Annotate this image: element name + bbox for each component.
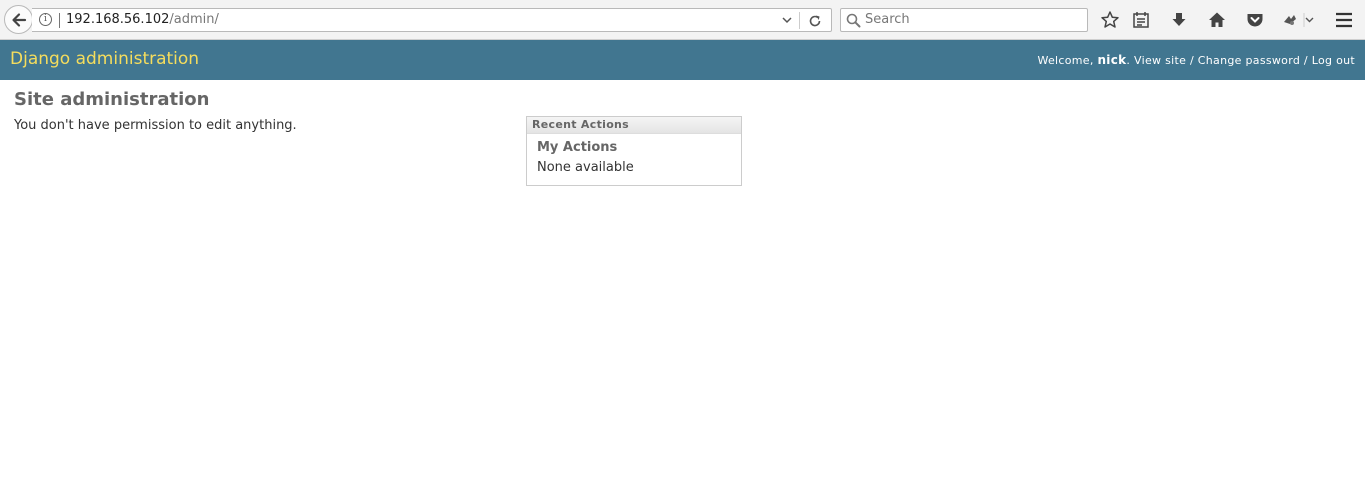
url-text[interactable]: 192.168.56.102/admin/: [66, 12, 219, 27]
change-password-link[interactable]: Change password: [1198, 54, 1300, 67]
logout-link[interactable]: Log out: [1312, 54, 1355, 67]
reload-icon[interactable]: [806, 12, 824, 30]
chevron-down-icon[interactable]: [779, 11, 795, 29]
search-icon: [846, 13, 861, 32]
search-placeholder: Search: [865, 12, 910, 27]
hamburger-menu-icon[interactable]: [1334, 10, 1354, 30]
url-divider: [799, 12, 800, 29]
page-title: Site administration: [14, 89, 210, 110]
view-site-link[interactable]: View site: [1134, 54, 1186, 67]
recent-actions-caption: Recent Actions: [527, 117, 741, 134]
search-bar[interactable]: Search: [840, 8, 1088, 32]
url-separator: [59, 13, 60, 28]
welcome-punct: .: [1126, 54, 1134, 67]
info-icon[interactable]: i: [39, 13, 52, 26]
separator: /: [1186, 54, 1198, 67]
browser-toolbar: i 192.168.56.102/admin/ Search: [0, 0, 1365, 40]
home-icon[interactable]: [1207, 10, 1227, 30]
url-host: 192.168.56.102: [66, 12, 170, 27]
none-available-text: None available: [537, 160, 634, 175]
recent-actions-module: Recent Actions My Actions None available: [526, 116, 742, 186]
url-path: /admin/: [169, 12, 219, 27]
welcome-text: Welcome,: [1037, 54, 1098, 67]
my-actions-heading: My Actions: [537, 140, 618, 155]
pocket-icon[interactable]: [1245, 10, 1265, 30]
back-button[interactable]: [4, 5, 33, 34]
download-icon[interactable]: [1169, 10, 1189, 30]
permission-message: You don't have permission to edit anythi…: [14, 118, 297, 133]
reading-list-icon[interactable]: [1131, 10, 1151, 30]
bookmark-star-icon[interactable]: [1100, 10, 1120, 30]
separator: /: [1300, 54, 1312, 67]
username: nick: [1097, 53, 1127, 67]
extension-menu-icon[interactable]: [1281, 10, 1315, 30]
user-tools: Welcome, nick. View site / Change passwo…: [1037, 53, 1355, 67]
admin-header: Django administration Welcome, nick. Vie…: [0, 40, 1365, 80]
back-arrow-icon: [12, 13, 27, 27]
url-bar[interactable]: i 192.168.56.102/admin/: [32, 8, 832, 32]
site-branding[interactable]: Django administration: [10, 49, 199, 69]
